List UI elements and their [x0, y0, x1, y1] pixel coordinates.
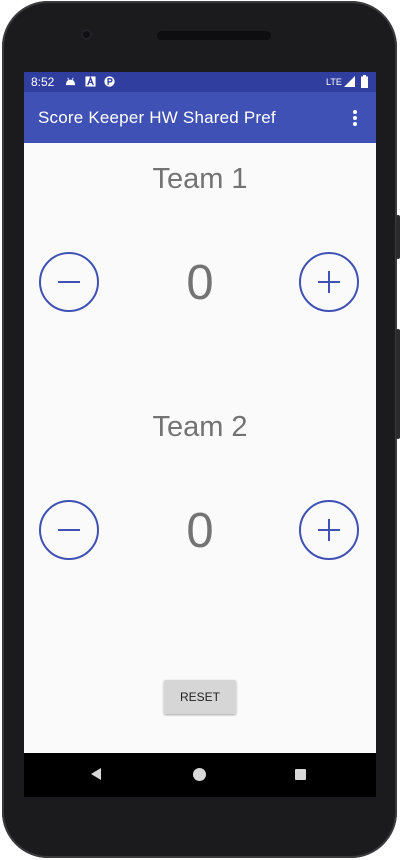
battery-icon: [361, 75, 368, 88]
notification-a-icon: [85, 76, 96, 87]
status-time: 8:52: [31, 75, 55, 89]
more-vert-icon[interactable]: [352, 110, 358, 126]
back-icon[interactable]: [91, 768, 101, 780]
lte-signal-icon: [344, 76, 355, 87]
team1-increase-button[interactable]: [299, 252, 359, 312]
reset-button[interactable]: RESET: [164, 680, 236, 714]
team2-increase-button[interactable]: [299, 500, 359, 560]
team1-label: Team 1: [152, 163, 248, 195]
app-bar: Score Keeper HW Shared Pref: [24, 92, 376, 143]
front-camera: [81, 29, 92, 40]
home-icon[interactable]: [193, 768, 206, 781]
volume-button: [396, 329, 400, 439]
team2-label: Team 2: [152, 411, 248, 443]
power-button: [396, 215, 400, 259]
earpiece-speaker: [157, 31, 271, 40]
phone-frame: 8:52 LTE Score Keeper HW Shared Pref Tea…: [2, 1, 400, 858]
navigation-bar: [24, 753, 376, 797]
status-bar: 8:52 LTE: [24, 72, 376, 92]
recents-icon[interactable]: [295, 769, 306, 780]
screen: 8:52 LTE Score Keeper HW Shared Pref Tea…: [24, 72, 376, 753]
lte-label: LTE: [326, 77, 342, 87]
notification-p-icon: [104, 76, 115, 87]
android-icon: [65, 77, 76, 86]
app-title: Score Keeper HW Shared Pref: [38, 108, 276, 127]
